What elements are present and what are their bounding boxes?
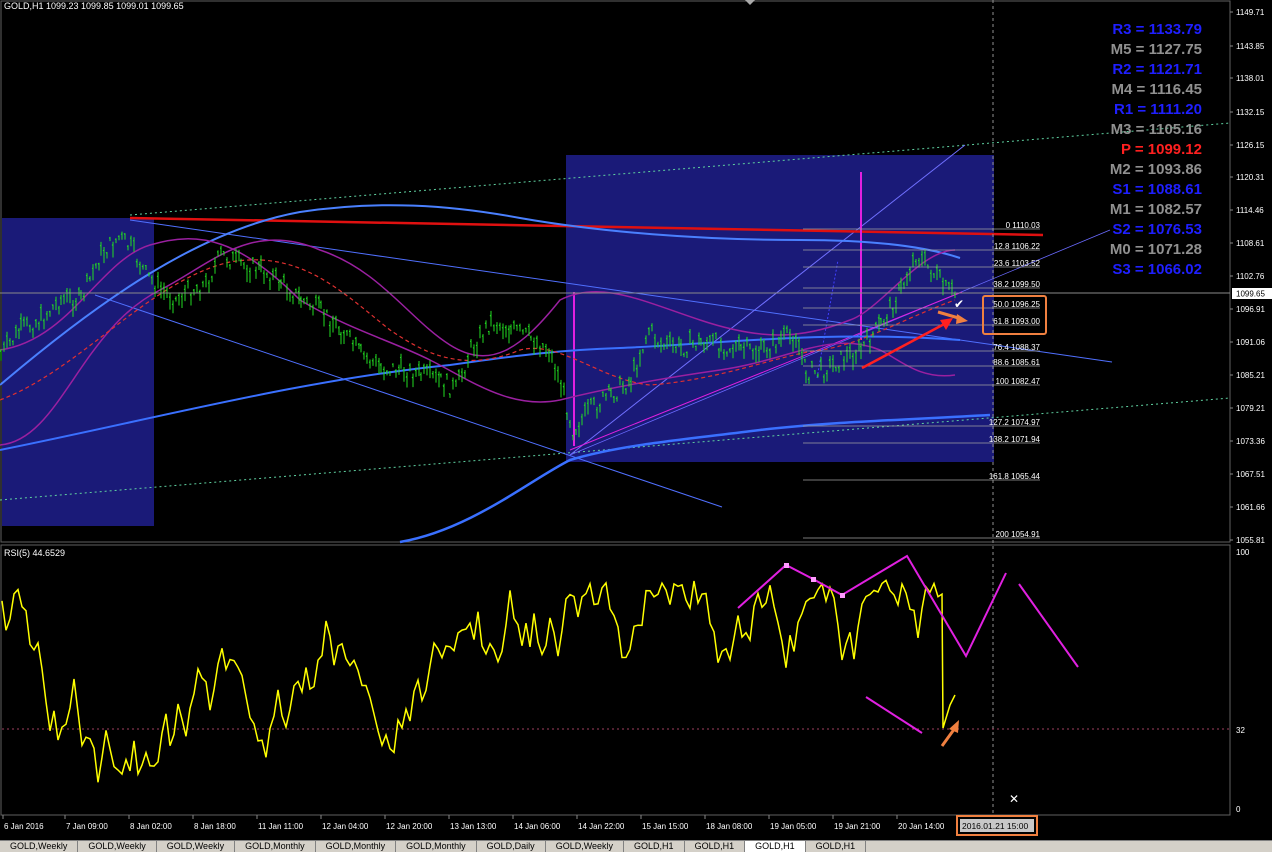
pivot-level: M3 = 1105.16 [1110, 120, 1202, 140]
fib-level-label: 88.6 1085.61 [993, 358, 1040, 367]
fib-level-label: 76.4 1088.37 [993, 343, 1040, 352]
time-axis-label: 12 Jan 20:00 [386, 822, 433, 831]
fib-level-label: 0 1110.03 [1006, 221, 1041, 230]
price-axis-label: 1055.81 [1236, 536, 1265, 545]
chart-tab[interactable]: GOLD,Weekly [0, 841, 78, 852]
fib-level-label: 200 1054.91 [996, 530, 1041, 539]
time-axis-label: 18 Jan 08:00 [706, 822, 753, 831]
chart-tab[interactable]: GOLD,Daily [477, 841, 546, 852]
price-axis-label: 1114.46 [1236, 206, 1264, 215]
chart-tab[interactable]: GOLD,Monthly [235, 841, 316, 852]
chart-canvas[interactable]: 0 1110.03 12.8 1106.22 23.6 1103.52 38.2 10… [0, 0, 1272, 840]
rsi-title: RSI(5) 44.6529 [4, 548, 65, 558]
price-axis-label: 1079.21 [1236, 404, 1265, 413]
chart-tab[interactable]: GOLD,Weekly [157, 841, 235, 852]
rsi-scale-bottom: 0 [1236, 805, 1241, 814]
pivot-level: R2 = 1121.71 [1110, 60, 1202, 80]
price-axis-label: 1120.31 [1236, 173, 1265, 182]
chart-tab[interactable]: GOLD,Monthly [316, 841, 397, 852]
pivot-level: M2 = 1093.86 [1110, 160, 1202, 180]
time-axis-label: 14 Jan 22:00 [578, 822, 625, 831]
pivot-level: M0 = 1071.28 [1110, 240, 1202, 260]
pivot-level: M4 = 1116.45 [1110, 80, 1202, 100]
rsi-marker-2 [811, 577, 816, 582]
fib-level-label: 50.0 1096.25 [993, 300, 1040, 309]
price-axis-label: 1102.76 [1236, 272, 1265, 281]
price-axis-label: 1132.15 [1236, 108, 1265, 117]
time-axis-label: 19 Jan 05:00 [770, 822, 817, 831]
price-axis-label: 1091.06 [1236, 338, 1265, 347]
price-axis-label: 1149.71 [1236, 8, 1265, 17]
time-axis-label: 13 Jan 13:00 [450, 822, 497, 831]
price-axis-label: 1108.61 [1236, 239, 1265, 248]
time-axis-label: 15 Jan 15:00 [642, 822, 689, 831]
price-axis-label: 1067.51 [1236, 470, 1265, 479]
chart-tab[interactable]: GOLD,Monthly [396, 841, 477, 852]
price-axis-label: 1126.15 [1236, 141, 1265, 150]
pivot-level: S3 = 1066.02 [1110, 260, 1202, 280]
rsi-scale-level: 32 [1236, 726, 1245, 735]
pivot-level: M1 = 1082.57 [1110, 200, 1202, 220]
close-x-icon[interactable]: ✕ [1009, 792, 1019, 806]
pivot-level: P = 1099.12 [1110, 140, 1202, 160]
time-axis-label: 14 Jan 06:00 [514, 822, 561, 831]
pivot-level: R3 = 1133.79 [1110, 20, 1202, 40]
chart-tab[interactable]: GOLD,H1 [806, 841, 867, 852]
pivot-levels-panel: R3 = 1133.79M5 = 1127.75R2 = 1121.71M4 =… [1110, 20, 1202, 280]
price-axis-label: 1143.85 [1236, 42, 1265, 51]
chart-title: GOLD,H1 1099.23 1099.85 1099.01 1099.65 [4, 1, 184, 11]
price-axis-label: 1073.36 [1236, 437, 1265, 446]
current-price-tag-text: 1099.65 [1236, 290, 1265, 299]
time-axis-label: 8 Jan 02:00 [130, 822, 172, 831]
fib-level-label: 61.8 1093.00 [993, 317, 1040, 326]
time-axis-label: 7 Jan 09:00 [66, 822, 108, 831]
price-axis-label: 1085.21 [1236, 371, 1265, 380]
time-axis-label: 11 Jan 11:00 [258, 822, 304, 831]
pivot-level: R1 = 1111.20 [1110, 100, 1202, 120]
cursor-time-tag-text: 2016.01.21 15:00 [962, 821, 1028, 831]
chevron-down-icon [745, 0, 755, 5]
price-axis-label: 1061.66 [1236, 503, 1265, 512]
fib-level-label: 100 1082.47 [996, 377, 1041, 386]
fib-level-label: 38.2 1099.50 [993, 280, 1040, 289]
chart-tab[interactable]: GOLD,Weekly [546, 841, 624, 852]
time-axis-label: 12 Jan 04:00 [322, 822, 369, 831]
fib-level-label: 23.6 1103.52 [994, 259, 1041, 268]
time-axis: 6 Jan 2016 7 Jan 09:00 8 Jan 02:00 8 Jan 18… [3, 815, 945, 831]
pivot-level: M5 = 1127.75 [1110, 40, 1202, 60]
chart-tab[interactable]: GOLD,H1 [745, 841, 806, 852]
rsi-marker-3 [840, 593, 845, 598]
time-axis-label: 8 Jan 18:00 [194, 822, 236, 831]
fib-level-label: 138.2 1071.94 [989, 435, 1041, 444]
rsi-scale-top: 100 [1236, 548, 1250, 557]
rsi-frame [1, 545, 1230, 815]
fib-level-label: 12.8 1106.22 [994, 242, 1041, 251]
time-axis-label: 6 Jan 2016 [4, 822, 44, 831]
chart-tab[interactable]: GOLD,Weekly [78, 841, 156, 852]
range-rectangle-right[interactable] [566, 155, 994, 462]
fib-level-label: 127.2 1074.97 [989, 418, 1041, 427]
chart-tab[interactable]: GOLD,H1 [685, 841, 746, 852]
time-axis-label: 20 Jan 14:00 [898, 822, 945, 831]
check-mark-icon: ✔ [954, 297, 964, 311]
time-axis-label: 19 Jan 21:00 [834, 822, 881, 831]
pivot-level: S2 = 1076.53 [1110, 220, 1202, 240]
pivot-level: S1 = 1088.61 [1110, 180, 1202, 200]
price-axis: 1149.71 1143.85 1138.01 1132.15 1126.15 1120.… [1230, 8, 1265, 545]
chart-tab[interactable]: GOLD,H1 [624, 841, 685, 852]
chart-tab-bar: GOLD,WeeklyGOLD,WeeklyGOLD,WeeklyGOLD,Mo… [0, 840, 1272, 852]
price-axis-label: 1138.01 [1236, 74, 1265, 83]
fib-level-label: 161.8 1065.44 [989, 472, 1041, 481]
rsi-marker-1 [784, 563, 789, 568]
price-axis-label: 1096.91 [1236, 305, 1265, 314]
